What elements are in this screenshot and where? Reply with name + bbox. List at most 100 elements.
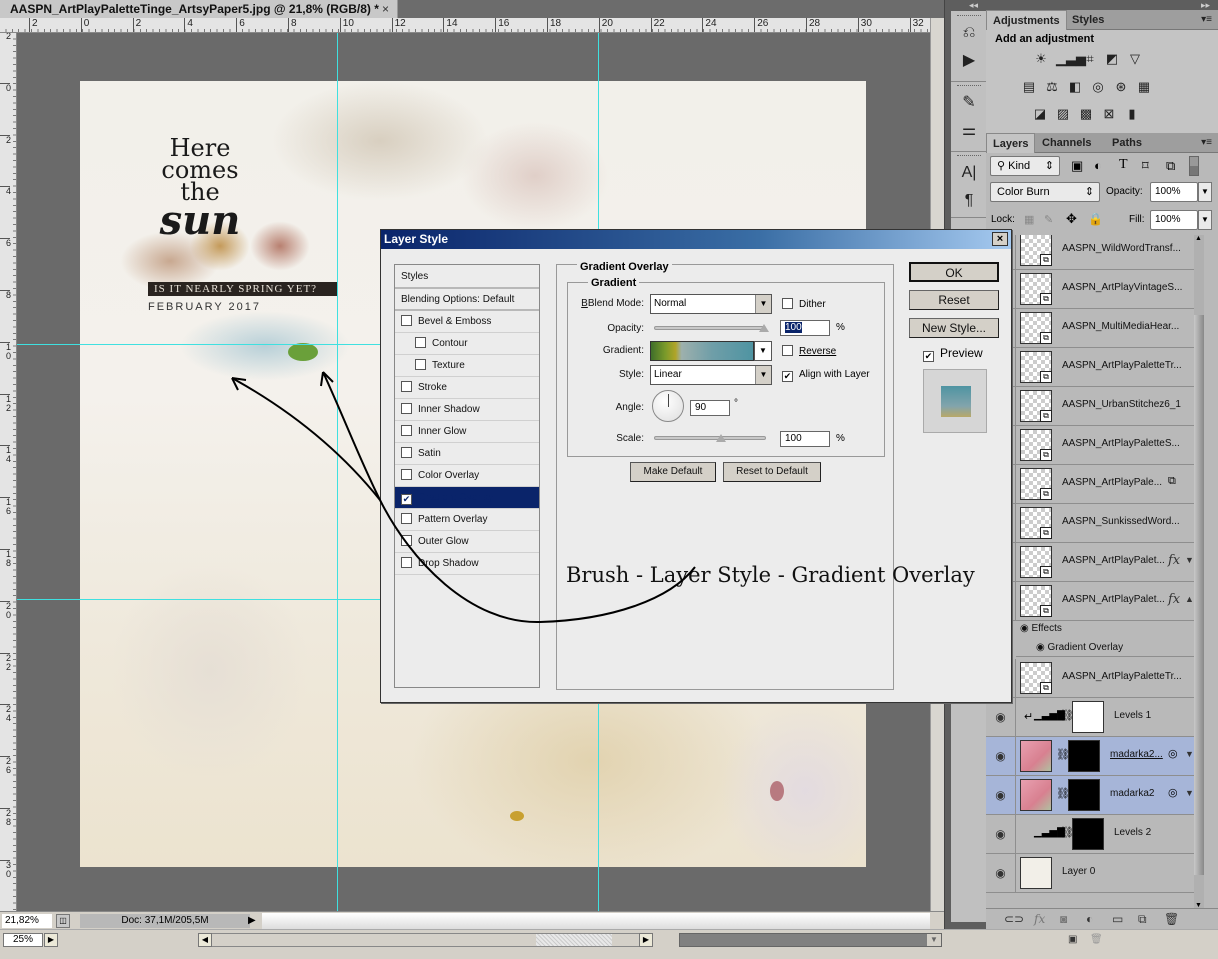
color-balance-icon[interactable]: ⚖ bbox=[1044, 80, 1060, 94]
expand-icon[interactable]: ▼ bbox=[1185, 788, 1194, 798]
checkbox[interactable] bbox=[401, 403, 412, 414]
trash-icon[interactable]: 🗑 bbox=[1090, 934, 1103, 945]
filter-type-icon[interactable]: T bbox=[1119, 157, 1128, 173]
vibrance-icon[interactable]: ▽ bbox=[1127, 52, 1143, 66]
layer-mask-thumbnail[interactable] bbox=[1068, 740, 1100, 772]
scroll-up-icon[interactable]: ▲ bbox=[1195, 235, 1202, 242]
scroll-thumb[interactable] bbox=[1194, 315, 1204, 875]
layer-mask-thumbnail[interactable] bbox=[1068, 779, 1100, 811]
layer-row[interactable]: ◉ ▁▃▅▇ ⛓ ↵ Levels 1 bbox=[986, 698, 1194, 737]
photo-filter-icon[interactable]: ◎ bbox=[1090, 80, 1106, 94]
style-item[interactable]: Inner Glow bbox=[395, 421, 539, 443]
checkbox[interactable]: ✔ bbox=[401, 494, 412, 505]
filter-shape-icon[interactable]: ⌑ bbox=[1142, 158, 1149, 174]
selective-color-icon[interactable]: ⊠ bbox=[1101, 107, 1117, 121]
actions-play-icon[interactable]: ▶ bbox=[951, 49, 987, 73]
checkbox[interactable] bbox=[401, 315, 412, 326]
new-adjustment-icon[interactable]: ◐ bbox=[1086, 912, 1093, 926]
panel-menu-icon[interactable]: ▾≡ bbox=[1201, 14, 1212, 25]
tab-layers[interactable]: Layers bbox=[986, 133, 1036, 153]
exposure-icon[interactable]: ◩ bbox=[1104, 52, 1120, 66]
checkbox[interactable] bbox=[401, 447, 412, 458]
curves-icon[interactable]: ⌗ bbox=[1082, 52, 1098, 66]
invert-icon[interactable]: ◪ bbox=[1032, 107, 1048, 121]
threshold-icon[interactable]: ▩ bbox=[1078, 107, 1094, 121]
collapse-icon[interactable]: ▲ bbox=[1185, 594, 1194, 604]
style-item[interactable]: Drop Shadow bbox=[395, 553, 539, 575]
style-item[interactable]: Outer Glow bbox=[395, 531, 539, 553]
layer-row[interactable]: ⧉ AASPN_ArtPlayPaletteTr... bbox=[986, 348, 1194, 387]
chevron-down-icon[interactable]: ▼ bbox=[1198, 210, 1212, 230]
visibility-eye-icon[interactable]: ◉ bbox=[986, 854, 1016, 893]
chevron-down-icon[interactable]: ▼ bbox=[755, 366, 771, 384]
opacity-field[interactable]: 100% bbox=[1150, 182, 1198, 202]
lock-pixels-icon[interactable]: ✎ bbox=[1044, 213, 1053, 226]
brush-presets-icon[interactable]: ✎ bbox=[951, 91, 987, 115]
scroll-left-icon[interactable]: ◀ bbox=[198, 933, 212, 947]
tab-adjustments[interactable]: Adjustments bbox=[986, 10, 1067, 30]
filter-adjustment-icon[interactable]: ◐ bbox=[1094, 158, 1102, 173]
vertical-ruler[interactable]: 20246810121416182022242628303 bbox=[0, 33, 17, 911]
filter-kind-select[interactable]: ⚲ Kind ⇕ bbox=[990, 156, 1060, 176]
checkbox[interactable] bbox=[401, 557, 412, 568]
chevron-down-icon[interactable]: ▼ bbox=[927, 934, 941, 946]
guide-vertical[interactable] bbox=[337, 33, 338, 911]
checkbox[interactable] bbox=[782, 298, 793, 309]
dialog-titlebar[interactable]: Layer Style × bbox=[381, 230, 1011, 249]
checkbox[interactable] bbox=[401, 535, 412, 546]
layer-row[interactable]: ◉ ⛓ ◎ ▼ madarka2 bbox=[986, 776, 1194, 815]
brightness-contrast-icon[interactable]: ☀ bbox=[1033, 52, 1049, 66]
checkbox[interactable] bbox=[415, 337, 426, 348]
layer-row[interactable]: ⧉ AASPN_SunkissedWord... bbox=[986, 504, 1194, 543]
posterize-icon[interactable]: ▨ bbox=[1055, 107, 1071, 121]
document-tab[interactable]: AASPN_ArtPlayPaletteTinge_ArtsyPaper5.jp… bbox=[0, 0, 398, 18]
layer-name[interactable]: madarka2... bbox=[1110, 749, 1163, 760]
layer-row[interactable]: ⧉ AASPN_ArtPlayPalet... fx ▲ bbox=[986, 582, 1194, 621]
scroll-right-icon[interactable]: ▶ bbox=[639, 933, 653, 947]
style-item[interactable]: Bevel & Emboss bbox=[395, 311, 539, 333]
history-icon[interactable]: ⎌ bbox=[951, 21, 987, 45]
new-doc-icon[interactable]: ▣ bbox=[1068, 934, 1077, 945]
fx-icon[interactable]: fx bbox=[1168, 592, 1180, 607]
style-item[interactable]: Pattern Overlay bbox=[395, 509, 539, 531]
smart-filter-icon[interactable]: ◎ bbox=[1168, 747, 1178, 760]
zoom-level[interactable]: 21,82% bbox=[2, 914, 52, 928]
layer-name[interactable]: Layer 0 bbox=[1062, 866, 1095, 877]
slider-knob[interactable] bbox=[715, 434, 726, 442]
ok-button[interactable]: OK bbox=[909, 262, 999, 282]
chevron-down-icon[interactable]: ▼ bbox=[755, 342, 771, 360]
fx-icon[interactable]: fx bbox=[1168, 553, 1180, 568]
layer-row[interactable]: ◉ ⛓ ◎ ▼ madarka2... bbox=[986, 737, 1194, 776]
brush-panel-icon[interactable]: ⚌ bbox=[951, 119, 987, 143]
layer-row[interactable]: ⧉ AASPN_ArtPlayVintageS... bbox=[986, 270, 1194, 309]
layer-name[interactable]: AASPN_WildWordTransf... bbox=[1062, 243, 1181, 254]
style-item[interactable]: ✔ Gradient Overlay bbox=[395, 487, 539, 509]
layer-row[interactable]: ⧉ AASPN_ArtPlayPaletteS... bbox=[986, 426, 1194, 465]
scroll-thumb[interactable] bbox=[536, 934, 612, 946]
checkbox[interactable] bbox=[401, 513, 412, 524]
style-item[interactable]: Satin bbox=[395, 443, 539, 465]
expand-icon[interactable]: ▼ bbox=[1185, 749, 1194, 759]
reverse-checkbox[interactable]: Reverse bbox=[782, 345, 836, 357]
link-icon[interactable]: ⛓ bbox=[1056, 748, 1070, 761]
reset-button[interactable]: Reset bbox=[909, 290, 999, 310]
close-icon[interactable]: × bbox=[992, 232, 1008, 246]
fill-field[interactable]: 100% bbox=[1150, 210, 1198, 230]
style-item[interactable]: Stroke bbox=[395, 377, 539, 399]
link-icon[interactable]: ⛓ bbox=[1056, 787, 1070, 800]
paragraph-icon[interactable]: ¶ bbox=[951, 189, 987, 213]
levels-icon[interactable]: ▁▃▅ bbox=[1056, 52, 1086, 66]
add-style-icon[interactable]: fx bbox=[1034, 912, 1045, 926]
visibility-eye-icon[interactable]: ◉ bbox=[986, 698, 1016, 737]
layer-row[interactable]: ⧉ AASPN_ArtPlayPale... ⧉ bbox=[986, 465, 1194, 504]
gradient-picker-button[interactable]: ▼ bbox=[754, 341, 772, 361]
visibility-eye-icon[interactable]: ◉ bbox=[1036, 642, 1045, 653]
style-item[interactable]: Inner Shadow bbox=[395, 399, 539, 421]
export-icon[interactable]: ◫ bbox=[56, 914, 70, 928]
checkbox[interactable] bbox=[782, 345, 793, 356]
checkbox[interactable] bbox=[401, 425, 412, 436]
navigator-scrollbar[interactable]: ◀ ▶ bbox=[198, 933, 653, 947]
hue-saturation-icon[interactable]: ▤ bbox=[1021, 80, 1037, 94]
blend-mode-select[interactable]: Color Burn ⇕ bbox=[990, 182, 1100, 202]
layer-name[interactable]: AASPN_ArtPlayPalet... bbox=[1062, 555, 1165, 566]
